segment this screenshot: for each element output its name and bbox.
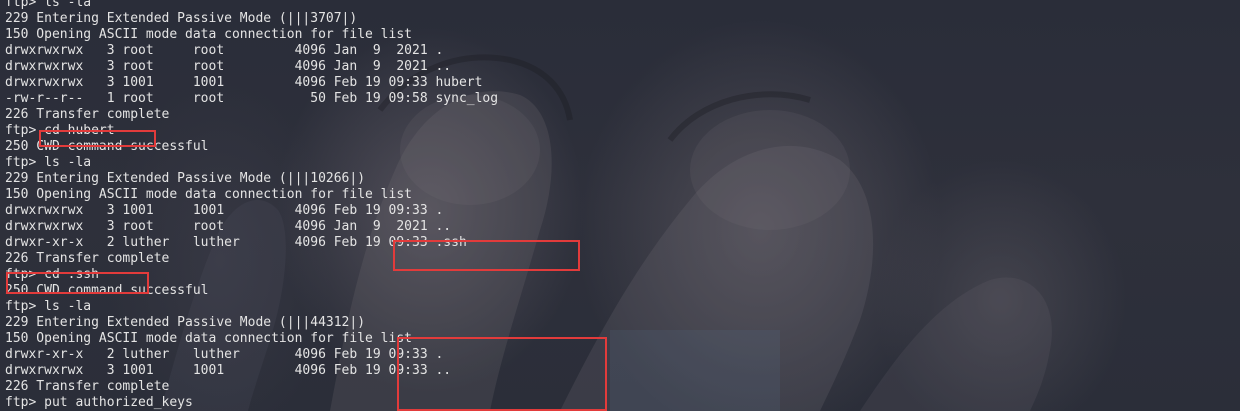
terminal-line: 226 Transfer complete (5, 379, 170, 394)
command-line: ftp> ls -la (5, 299, 92, 314)
command-line: ftp> ls -la (5, 155, 92, 170)
terminal-line: 150 Opening ASCII mode data connection f… (5, 27, 412, 42)
terminal-line: -rw-r--r-- 1 root root 50 Feb 19 09:58 s… (5, 91, 499, 106)
terminal-line: 250 CWD command successful (5, 283, 209, 298)
terminal-line: 250 CWD command successful (5, 139, 209, 154)
terminal-line: drwxrwxrwx 3 root root 4096 Jan 9 2021 .… (5, 219, 452, 234)
command-line: ftp> cd .ssh (5, 267, 99, 282)
terminal-line: drwxrwxrwx 3 root root 4096 Jan 9 2021 .… (5, 59, 452, 74)
terminal-line: 229 Entering Extended Passive Mode (|||4… (5, 315, 366, 330)
terminal-line: 226 Transfer complete (5, 251, 170, 266)
terminal-window[interactable]: ftp> ls -la 229 Entering Extended Passiv… (0, 0, 1240, 411)
command-line: ftp> cd hubert (5, 123, 115, 138)
terminal-line: 226 Transfer complete (5, 107, 170, 122)
terminal-line: drwxr-xr-x 2 luther luther 4096 Feb 19 0… (5, 347, 444, 362)
terminal-line: 229 Entering Extended Passive Mode (|||1… (5, 171, 366, 186)
terminal-line: drwxrwxrwx 3 1001 1001 4096 Feb 19 09:33… (5, 203, 444, 218)
terminal-line: drwxrwxrwx 3 root root 4096 Jan 9 2021 . (5, 43, 444, 58)
terminal-line: 229 Entering Extended Passive Mode (|||3… (5, 11, 358, 26)
terminal-line: drwxrwxrwx 3 1001 1001 4096 Feb 19 09:33… (5, 363, 452, 378)
terminal-line: 150 Opening ASCII mode data connection f… (5, 187, 412, 202)
terminal-line: drwxrwxrwx 3 1001 1001 4096 Feb 19 09:33… (5, 75, 483, 90)
terminal-line: ftp> ls -la (5, 0, 92, 10)
command-line: ftp> put authorized_keys (5, 395, 193, 410)
terminal-output: ftp> ls -la 229 Entering Extended Passiv… (5, 0, 498, 411)
terminal-line: drwxr-xr-x 2 luther luther 4096 Feb 19 0… (5, 235, 467, 250)
terminal-line: 150 Opening ASCII mode data connection f… (5, 331, 412, 346)
